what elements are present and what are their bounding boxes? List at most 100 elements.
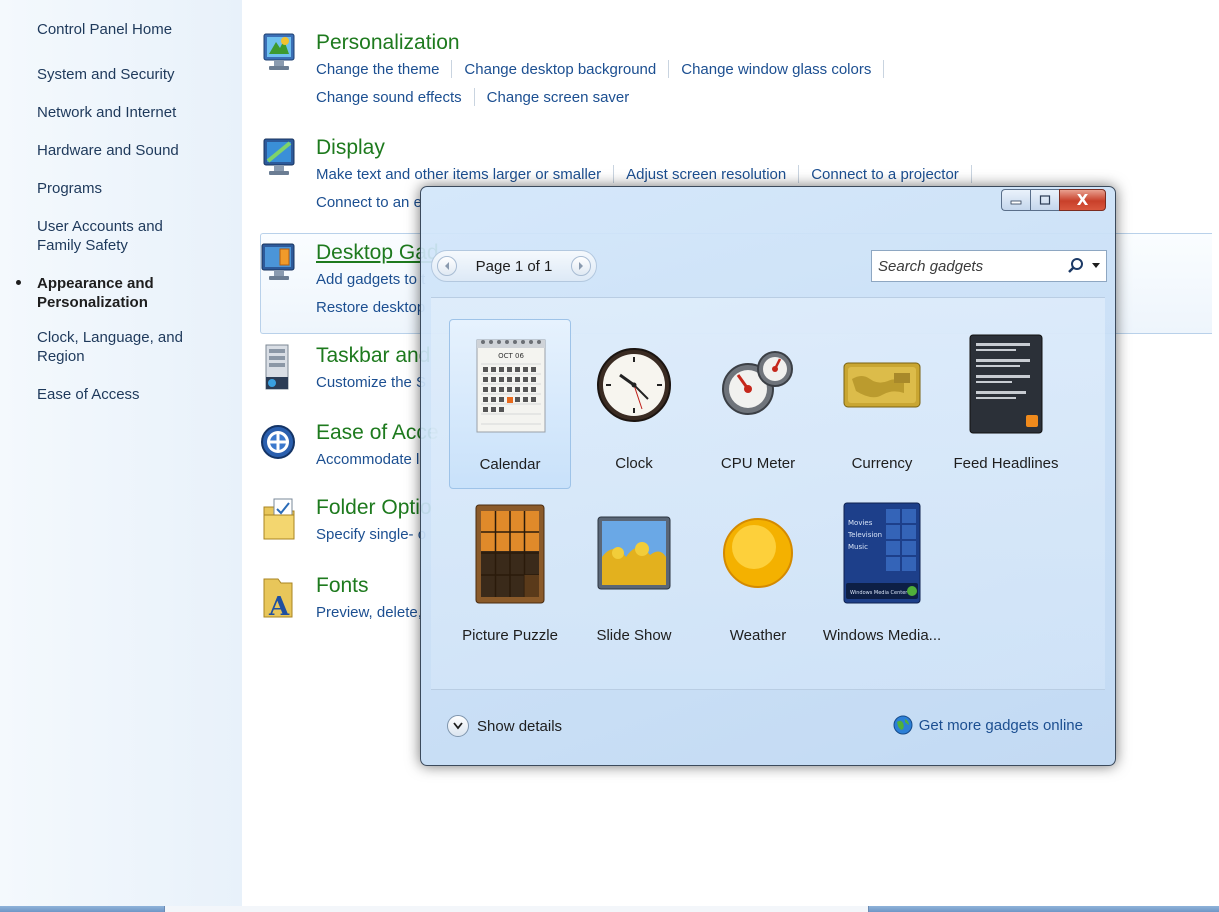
close-icon: X [1076,191,1089,209]
maximize-icon [1039,195,1051,205]
link-restore-desktop-gadgets[interactable]: Restore desktop [316,299,425,316]
separator [668,60,670,78]
nav-network-and-internet[interactable]: Network and Internet [0,103,242,122]
category-title-folder-options[interactable]: Folder Optio [316,495,432,521]
nav-appearance-and-personalization: Appearance and Personalization [0,274,180,312]
slide-show-icon [597,516,671,590]
chevron-down-icon[interactable] [1092,263,1100,269]
separator [613,165,615,183]
gadget-calendar[interactable]: OCT 06 Calendar [449,319,571,489]
gadget-feed-headlines[interactable]: Feed Headlines [945,319,1067,489]
personalization-links: Change the theme Change desktop backgroun… [316,56,1196,112]
category-personalization: Personalization Change the theme Change d… [260,30,1210,120]
calendar-month-label: OCT 06 [498,352,524,360]
gadget-label: Feed Headlines [953,455,1059,472]
link-preview-delete-fonts[interactable]: Preview, delete, [316,604,422,621]
chevron-right-icon [579,262,583,270]
nav-ease-of-access[interactable]: Ease of Access [0,385,242,404]
gadget-picture-puzzle[interactable]: Picture Puzzle [449,491,571,661]
close-button[interactable]: X [1059,189,1106,211]
gadget-label: Currency [851,455,913,472]
gadget-label: CPU Meter [720,455,796,472]
category-title-fonts[interactable]: Fonts [316,573,369,599]
nav-control-panel-home[interactable]: Control Panel Home [0,20,242,39]
search-icon[interactable] [1066,256,1086,276]
show-details-button[interactable]: Show details [447,714,562,738]
maximize-button[interactable] [1030,189,1059,211]
picture-puzzle-icon [475,504,545,604]
nav-user-accounts[interactable]: User Accounts and Family Safety [0,217,205,255]
gadget-label: Clock [615,455,653,472]
fonts-icon: A [263,578,293,621]
gadget-label: Slide Show [596,627,672,644]
gadget-label: Calendar [479,456,541,473]
gadget-cpu-meter[interactable]: CPU Meter [697,319,819,489]
media-menu-television: Television [847,531,882,539]
gadget-window-footer: Show details Get more gadgets online [421,691,1115,765]
svg-text:A: A [268,592,290,621]
taskbar-icon [265,344,289,390]
link-connect-to-projector[interactable]: Connect to a projector [811,166,959,183]
window-caption-bar[interactable]: X [421,187,1115,229]
minimize-button[interactable] [1001,189,1030,211]
separator [451,60,453,78]
separator [473,88,475,106]
cpu-meter-icon [722,351,793,415]
link-change-theme[interactable]: Change the theme [316,61,439,78]
bottom-strip [0,906,1219,912]
feed-headlines-icon [969,334,1043,434]
link-make-text-larger[interactable]: Make text and other items larger or smal… [316,166,601,183]
caption-buttons: X [1001,189,1106,211]
media-menu-movies: Movies [848,519,873,527]
currency-icon [843,362,921,408]
gadget-slide-show[interactable]: Slide Show [573,491,695,661]
link-add-gadgets[interactable]: Add gadgets to t [316,271,425,288]
gadget-label: Picture Puzzle [462,627,558,644]
display-icon [263,138,295,175]
get-more-gadgets-online-link[interactable]: Get more gadgets online [893,715,1083,735]
link-accommodate-low-vision[interactable]: Accommodate l [316,451,419,468]
weather-icon [723,518,793,588]
minimize-icon [1010,200,1022,205]
nav-programs[interactable]: Programs [0,179,242,198]
separator [970,165,972,183]
nav-clock-language-region[interactable]: Clock, Language, and Region [0,328,242,366]
gadget-label: Windows Media... [822,627,942,644]
page-navigator: Page 1 of 1 [431,250,597,282]
next-page-button[interactable] [571,256,591,276]
link-change-sound-effects[interactable]: Change sound effects [316,89,462,106]
chevron-down-circle-icon [447,715,469,737]
get-more-gadgets-label: Get more gadgets online [918,716,1083,734]
gadget-windows-media-center[interactable]: Movies Television Music Windows Media Ce… [821,491,943,661]
link-connect-external-display[interactable]: Connect to an e [316,194,422,211]
nav-system-and-security[interactable]: System and Security [0,65,242,84]
globe-icon [893,715,913,735]
link-change-screen-saver[interactable]: Change screen saver [487,89,630,106]
gadget-gallery-panel: OCT 06 Calendar Clock CPU Meter Currency… [431,297,1105,690]
link-change-desktop-background[interactable]: Change desktop background [464,61,656,78]
link-customize-start-menu[interactable]: Customize the S [316,374,426,391]
category-title-taskbar[interactable]: Taskbar and [316,343,430,369]
personalization-icon [263,33,295,70]
clock-icon [597,348,671,422]
link-adjust-screen-resolution[interactable]: Adjust screen resolution [626,166,786,183]
desktop-gadgets-icon [261,243,295,280]
link-change-window-glass-colors[interactable]: Change window glass colors [681,61,871,78]
search-gadgets-input[interactable] [878,256,1058,276]
media-menu-music: Music [848,543,868,551]
link-specify-single-click[interactable]: Specify single- o [316,526,426,543]
gadget-weather[interactable]: Weather [697,491,819,661]
left-navigation-pane: Control Panel Home System and Security N… [0,0,242,912]
search-gadgets-box [871,250,1107,282]
gadget-gallery-window: X Page 1 of 1 Search gadgets OCT 06 Cale… [420,186,1116,766]
separator [798,165,800,183]
category-title-display[interactable]: Display [316,135,385,161]
folder-options-icon [263,498,295,540]
gadget-clock[interactable]: Clock [573,319,695,489]
category-title-personalization[interactable]: Personalization [316,30,460,56]
media-center-badge: Windows Media Center [850,590,908,596]
show-details-label: Show details [477,717,563,735]
calendar-icon: OCT 06 [476,339,546,433]
gadget-currency[interactable]: Currency [821,319,943,489]
nav-hardware-and-sound[interactable]: Hardware and Sound [0,141,242,160]
